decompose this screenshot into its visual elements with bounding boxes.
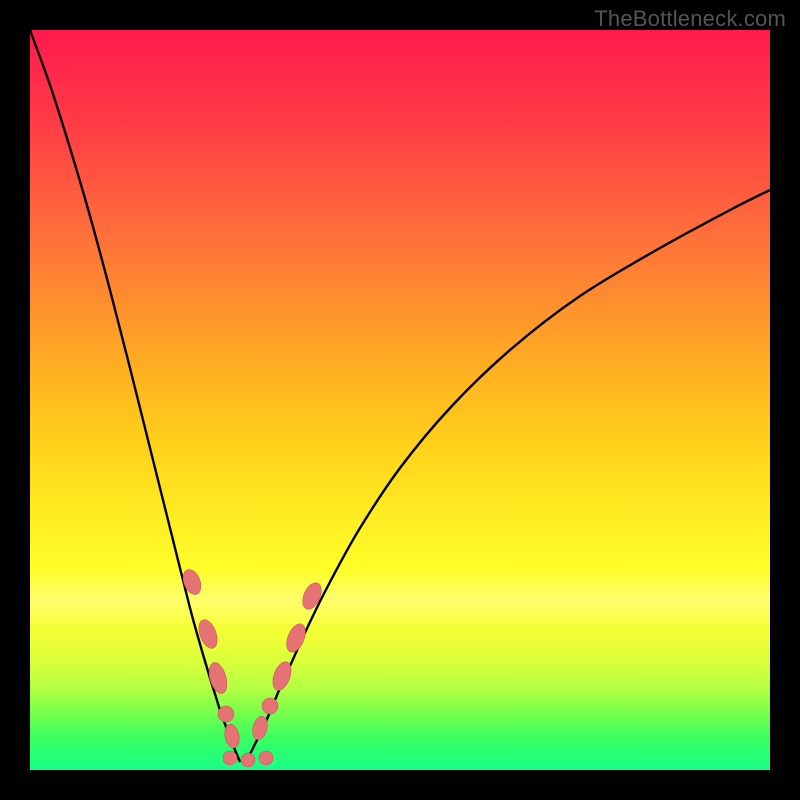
watermark-text: TheBottleneck.com: [594, 6, 786, 32]
curve-marker: [241, 753, 255, 767]
marker-group: [180, 567, 325, 767]
curve-marker: [262, 698, 278, 714]
curve-marker: [299, 580, 325, 612]
curve-marker: [218, 706, 234, 722]
curve-marker: [223, 751, 237, 765]
curve-marker: [206, 660, 230, 695]
right-curve: [245, 190, 770, 762]
curve-marker: [195, 617, 220, 651]
plot-area: [30, 30, 770, 770]
curve-marker: [180, 567, 205, 597]
chart-frame: TheBottleneck.com: [0, 0, 800, 800]
curve-marker: [283, 621, 309, 655]
curves-svg: [30, 30, 770, 770]
curve-marker: [259, 751, 273, 765]
left-curve: [30, 30, 240, 762]
